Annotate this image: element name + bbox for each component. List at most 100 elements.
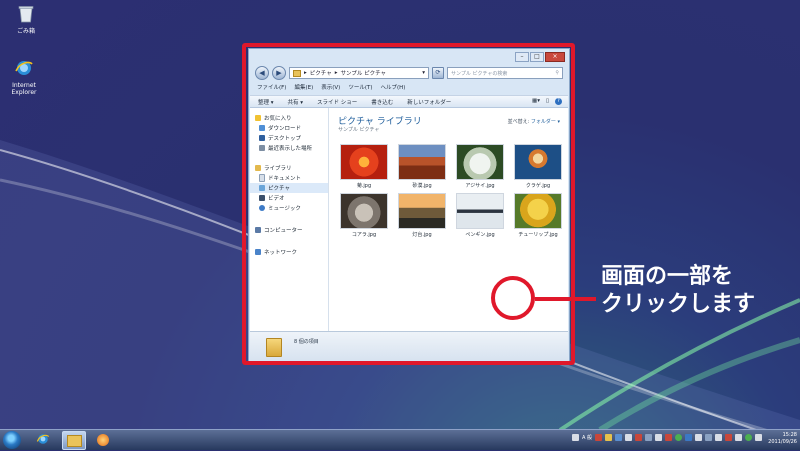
tray-icon[interactable] <box>665 434 672 441</box>
desktop-icon-internet-explorer[interactable]: Internet Explorer <box>0 58 48 96</box>
download-icon <box>259 125 265 131</box>
taskbar-internet-explorer[interactable] <box>32 431 54 448</box>
search-input[interactable]: サンプル ピクチャの検索 ⚲ <box>447 67 563 79</box>
tray-icon[interactable] <box>675 434 682 441</box>
burn-button[interactable]: 書き込む <box>371 98 393 106</box>
file-name: 灯台.jpg <box>412 232 432 238</box>
nav-item-computer[interactable]: コンピューター <box>250 225 328 235</box>
file-item[interactable]: コアラ.jpg <box>335 193 393 238</box>
tray-icon[interactable] <box>635 434 642 441</box>
image-thumbnail <box>398 193 446 229</box>
refresh-button[interactable]: ⟳ <box>432 67 444 79</box>
arrange-by: 並べ替え: フォルダー ▾ <box>508 118 560 125</box>
address-bar[interactable]: ▸ ピクチャ ▸ サンプル ピクチャ ▾ <box>289 67 429 79</box>
nav-item-network[interactable]: ネットワーク <box>250 247 328 257</box>
close-button[interactable]: × <box>545 52 565 62</box>
image-thumbnail <box>514 144 562 180</box>
clock-date: 2011/09/26 <box>768 439 797 445</box>
new-folder-button[interactable]: 新しいフォルダー <box>407 98 451 106</box>
tray-icon[interactable] <box>655 434 662 441</box>
help-icon[interactable]: ? <box>555 98 562 105</box>
tray-icon[interactable] <box>605 434 612 441</box>
nav-item-label: ドキュメント <box>268 176 302 182</box>
nav-item-label: コンピューター <box>264 228 303 234</box>
tray-icon[interactable] <box>685 434 692 441</box>
nav-item-favorites[interactable]: お気に入り <box>250 113 328 123</box>
chevron-down-icon[interactable]: ▾ <box>422 70 425 76</box>
nav-item-recent-places[interactable]: 最近表示した場所 <box>250 143 328 153</box>
organize-button[interactable]: 整理 ▾ <box>258 98 274 106</box>
tray-icon[interactable] <box>595 434 602 441</box>
menu-edit[interactable]: 編集(E) <box>294 83 313 93</box>
address-segment[interactable]: サンプル ピクチャ <box>340 69 386 77</box>
file-item[interactable]: 灯台.jpg <box>393 193 451 238</box>
nav-libraries: ライブラリ ドキュメント ピクチャ ビデオ ミュージック <box>250 163 328 213</box>
nav-item-label: ネットワーク <box>264 250 298 256</box>
instruction-line-2: クリックします <box>601 292 756 317</box>
file-name: 菊.jpg <box>356 183 372 189</box>
tray-icon[interactable] <box>755 434 762 441</box>
file-item[interactable]: アジサイ.jpg <box>451 144 509 189</box>
network-icon[interactable] <box>735 434 742 441</box>
menu-help[interactable]: ヘルプ(H) <box>380 83 405 93</box>
system-tray: A 般 <box>571 434 762 441</box>
tray-icon[interactable] <box>725 434 732 441</box>
preview-pane-icon[interactable]: ▯ <box>546 98 549 105</box>
menu-bar: ファイル(F) 編集(E) 表示(V) ツール(T) ヘルプ(H) <box>253 83 565 93</box>
documents-icon <box>259 174 265 182</box>
clock[interactable]: 15:28 2011/09/26 <box>768 432 797 446</box>
taskbar-media-player[interactable] <box>92 431 114 448</box>
folder-icon <box>266 338 282 357</box>
nav-item-libraries[interactable]: ライブラリ <box>250 163 328 173</box>
nav-item-pictures[interactable]: ピクチャ <box>250 183 328 193</box>
file-item[interactable]: 菊.jpg <box>335 144 393 189</box>
ime-indicator[interactable]: A 般 <box>582 434 592 441</box>
tray-icon[interactable] <box>695 434 702 441</box>
instruction-callout: 画面の一部を クリックします <box>601 263 755 319</box>
taskbar-explorer[interactable] <box>62 431 86 450</box>
address-separator: ▸ <box>334 70 338 76</box>
volume-icon[interactable] <box>745 434 752 441</box>
tray-icon[interactable] <box>715 434 722 441</box>
menu-file[interactable]: ファイル(F) <box>257 83 286 93</box>
tray-icon[interactable] <box>571 434 579 441</box>
tray-icon[interactable] <box>615 434 622 441</box>
tray-icon[interactable] <box>625 434 632 441</box>
arrange-dropdown[interactable]: フォルダー ▾ <box>531 119 560 125</box>
tray-icon[interactable] <box>645 434 652 441</box>
image-thumbnail <box>340 193 388 229</box>
arrange-label: 並べ替え: <box>507 119 530 125</box>
file-item[interactable]: 砂漠.jpg <box>393 144 451 189</box>
share-button[interactable]: 共有 ▾ <box>288 98 304 106</box>
start-button[interactable] <box>3 431 21 449</box>
nav-item-label: ピクチャ <box>268 186 290 192</box>
forward-button[interactable]: ▶ <box>272 66 286 80</box>
videos-icon <box>259 195 265 201</box>
desktop-icon-recycle-bin[interactable]: ごみ箱 <box>2 4 50 35</box>
image-thumbnail <box>456 144 504 180</box>
nav-network: ネットワーク <box>250 247 328 257</box>
desktop-icon-label: Internet Explorer <box>11 82 37 96</box>
nav-item-documents[interactable]: ドキュメント <box>250 173 328 183</box>
slideshow-button[interactable]: スライド ショー <box>317 98 357 106</box>
menu-tools[interactable]: ツール(T) <box>348 83 372 93</box>
nav-item-music[interactable]: ミュージック <box>250 203 328 213</box>
nav-item-videos[interactable]: ビデオ <box>250 193 328 203</box>
address-segment[interactable]: ピクチャ <box>310 69 332 77</box>
nav-item-downloads[interactable]: ダウンロード <box>250 123 328 133</box>
file-item[interactable]: クラゲ.jpg <box>509 144 567 189</box>
maximize-button[interactable]: □ <box>530 52 544 62</box>
nav-item-desktop[interactable]: デスクトップ <box>250 133 328 143</box>
internet-explorer-icon <box>15 61 33 75</box>
minimize-button[interactable]: – <box>515 52 529 62</box>
library-subtitle: サンプル ピクチャ <box>338 127 380 133</box>
back-button[interactable]: ◀ <box>255 66 269 80</box>
file-item[interactable]: チューリップ.jpg <box>509 193 567 238</box>
click-target-circle <box>491 276 535 320</box>
file-item[interactable]: ペンギン.jpg <box>451 193 509 238</box>
menu-view[interactable]: 表示(V) <box>321 83 340 93</box>
view-options-icon[interactable]: ▦▾ <box>532 98 540 105</box>
tray-icon[interactable] <box>705 434 712 441</box>
recycle-bin-icon <box>18 6 34 23</box>
computer-icon <box>255 227 261 233</box>
